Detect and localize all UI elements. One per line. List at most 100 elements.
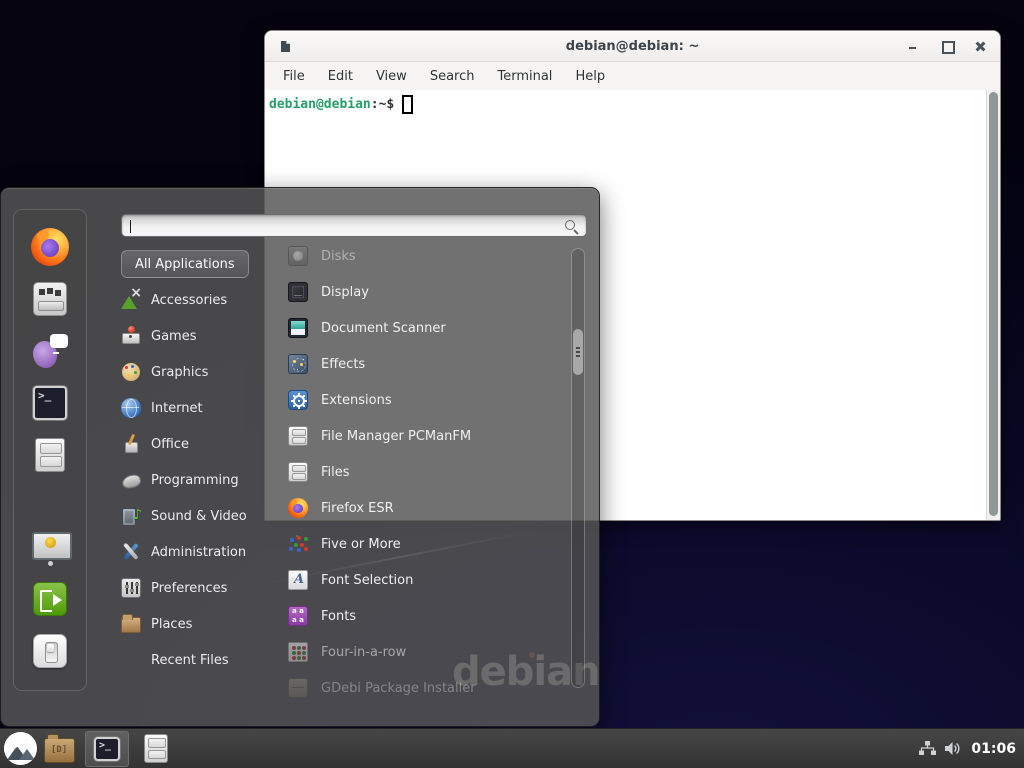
category-preferences[interactable]: Preferences bbox=[121, 570, 285, 606]
application-menu: All Applications Accessories Games Graphic… bbox=[0, 187, 600, 727]
shutdown-icon bbox=[33, 634, 67, 668]
firefox-icon bbox=[31, 228, 69, 266]
clock[interactable]: 01:06 bbox=[971, 741, 1016, 757]
app-item-files[interactable]: Files bbox=[288, 454, 570, 490]
prompt-user: debian@debian bbox=[269, 97, 371, 112]
internet-icon bbox=[121, 398, 141, 418]
favorites-panel bbox=[13, 209, 87, 691]
extensions-icon bbox=[288, 390, 308, 410]
menu-scrollbar[interactable] bbox=[571, 248, 585, 688]
category-accessories[interactable]: Accessories bbox=[121, 282, 285, 318]
terminal-menubar: File Edit View Search Terminal Help bbox=[265, 62, 1000, 90]
favorite-logout[interactable] bbox=[30, 582, 70, 616]
four-icon bbox=[288, 642, 308, 662]
app-item-disks[interactable]: Disks bbox=[288, 238, 570, 274]
category-administration[interactable]: Administration bbox=[121, 534, 285, 570]
close-button[interactable] bbox=[974, 39, 988, 53]
app-item-file-manager-pcmanfm[interactable]: File Manager PCManFM bbox=[288, 418, 570, 454]
preferences-icon bbox=[121, 578, 141, 598]
favorite-file-manager[interactable] bbox=[30, 438, 70, 472]
app-item-five-or-more[interactable]: Five or More bbox=[288, 526, 570, 562]
menubar-view[interactable]: View bbox=[376, 69, 407, 84]
pidgin-icon bbox=[33, 334, 67, 368]
category-sound-video[interactable]: Sound & Video bbox=[121, 498, 285, 534]
menu-button[interactable] bbox=[4, 732, 37, 765]
app-label: Display bbox=[321, 285, 369, 300]
category-internet[interactable]: Internet bbox=[121, 390, 285, 426]
app-label: GDebi Package Installer bbox=[321, 681, 476, 696]
window-title: debian@debian: ~ bbox=[566, 39, 699, 54]
terminal-scrollbar[interactable] bbox=[986, 90, 1000, 520]
menubar-search[interactable]: Search bbox=[430, 69, 475, 84]
gdebi-icon bbox=[288, 678, 308, 698]
favorite-lock-screen[interactable] bbox=[30, 530, 70, 564]
system-tray: 01:06 bbox=[919, 741, 1016, 757]
files-launcher[interactable] bbox=[144, 734, 168, 763]
five-icon bbox=[288, 534, 308, 554]
terminal-task-button[interactable] bbox=[85, 731, 129, 767]
category-label: Recent Files bbox=[151, 653, 229, 668]
window-menu-icon[interactable] bbox=[281, 41, 290, 52]
terminal-icon bbox=[33, 386, 67, 420]
category-games[interactable]: Games bbox=[121, 318, 285, 354]
sound-video-icon bbox=[121, 506, 141, 526]
app-item-extensions[interactable]: Extensions bbox=[288, 382, 570, 418]
search-input[interactable] bbox=[122, 215, 586, 236]
app-item-gdebi-package-installer[interactable]: GDebi Package Installer bbox=[288, 670, 570, 698]
category-label: Preferences bbox=[151, 581, 227, 596]
category-office[interactable]: Office bbox=[121, 426, 285, 462]
file-manager-launcher[interactable] bbox=[44, 738, 75, 763]
graphics-icon bbox=[121, 362, 141, 382]
category-label: Games bbox=[151, 329, 196, 344]
app-label: Files bbox=[321, 465, 350, 480]
category-label: Places bbox=[151, 617, 192, 632]
terminal-scrollbar-handle[interactable] bbox=[989, 92, 998, 516]
effects-icon bbox=[288, 354, 308, 374]
cabinet-icon bbox=[288, 462, 308, 482]
search-box[interactable] bbox=[121, 214, 587, 237]
terminal-cursor bbox=[402, 95, 413, 114]
app-item-four-in-a-row[interactable]: Four-in-a-row bbox=[288, 634, 570, 670]
file-manager-icon bbox=[35, 438, 65, 472]
favorite-pidgin[interactable] bbox=[30, 334, 70, 368]
maximize-button[interactable] bbox=[940, 39, 954, 53]
category-programming[interactable]: Programming bbox=[121, 462, 285, 498]
favorite-shutdown[interactable] bbox=[30, 634, 70, 668]
favorite-firefox[interactable] bbox=[30, 230, 70, 264]
app-item-fonts[interactable]: Fonts bbox=[288, 598, 570, 634]
favorite-terminal[interactable] bbox=[30, 386, 70, 420]
app-item-document-scanner[interactable]: Document Scanner bbox=[288, 310, 570, 346]
places-icon bbox=[121, 614, 141, 634]
taskbar: 01:06 bbox=[0, 728, 1024, 768]
app-item-display[interactable]: Display bbox=[288, 274, 570, 310]
menubar-edit[interactable]: Edit bbox=[328, 69, 353, 84]
app-label: Disks bbox=[321, 249, 356, 264]
network-icon[interactable] bbox=[919, 741, 936, 756]
menubar-file[interactable]: File bbox=[283, 69, 305, 84]
search-icon bbox=[564, 219, 579, 234]
app-label: Document Scanner bbox=[321, 321, 446, 336]
app-item-font-selection[interactable]: Font Selection bbox=[288, 562, 570, 598]
desktop: debian debian@debian: ~ FileEditViewSear… bbox=[0, 0, 1024, 768]
terminal-titlebar[interactable]: debian@debian: ~ bbox=[265, 31, 1000, 62]
category-label: Office bbox=[151, 437, 189, 452]
docscan-icon bbox=[288, 318, 308, 338]
menubar-help[interactable]: Help bbox=[575, 69, 605, 84]
menubar-terminal[interactable]: Terminal bbox=[497, 69, 552, 84]
app-label: Extensions bbox=[321, 393, 392, 408]
category-places[interactable]: Places bbox=[121, 606, 285, 642]
administration-icon bbox=[121, 542, 141, 562]
favorite-control-center[interactable] bbox=[30, 282, 70, 316]
category-label: Internet bbox=[151, 401, 203, 416]
all-applications-button[interactable]: All Applications bbox=[121, 250, 249, 278]
volume-icon[interactable] bbox=[945, 741, 962, 756]
terminal-icon bbox=[94, 737, 120, 761]
app-item-effects[interactable]: Effects bbox=[288, 346, 570, 382]
category-graphics[interactable]: Graphics bbox=[121, 354, 285, 390]
minimize-button[interactable] bbox=[906, 39, 920, 53]
category-recent-files[interactable]: Recent Files bbox=[121, 642, 285, 678]
window-controls bbox=[906, 31, 988, 61]
app-item-firefox-esr[interactable]: Firefox ESR bbox=[288, 490, 570, 526]
all-applications-label: All Applications bbox=[135, 257, 235, 272]
menu-scrollbar-handle[interactable] bbox=[573, 329, 583, 375]
